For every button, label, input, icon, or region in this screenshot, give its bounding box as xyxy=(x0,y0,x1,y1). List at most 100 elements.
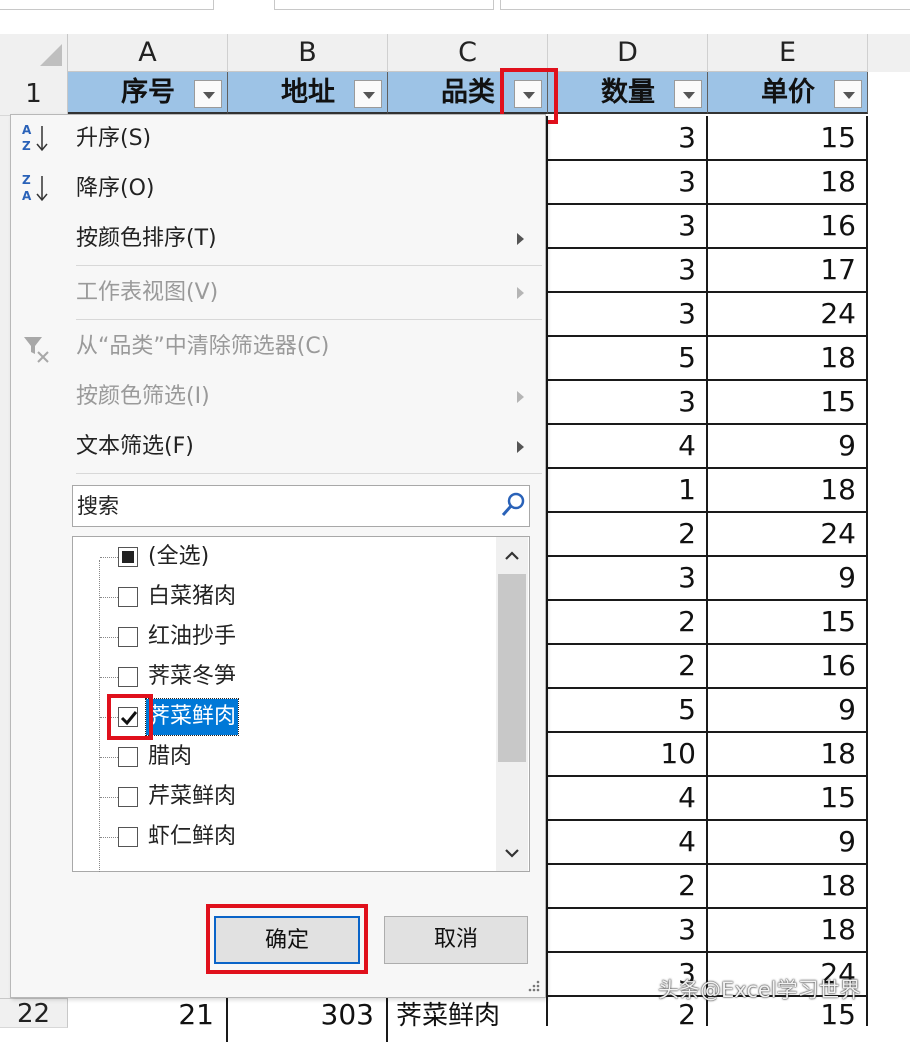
cell-qty[interactable]: 2 xyxy=(548,512,708,556)
cell-qty[interactable]: 3 xyxy=(548,116,708,160)
cell-price[interactable]: 15 xyxy=(708,776,868,820)
search-icon xyxy=(500,490,528,520)
filter-dropdown-a[interactable] xyxy=(194,80,222,108)
menu-sort-by-color[interactable]: 按颜色排序(T) xyxy=(76,219,217,259)
row-number-22[interactable]: 22 xyxy=(0,998,68,1029)
cell-price[interactable]: 18 xyxy=(708,160,868,204)
submenu-arrow-icon xyxy=(517,391,524,403)
menu-separator xyxy=(76,473,542,474)
cell-qty[interactable]: 4 xyxy=(548,776,708,820)
watermark: 头条@Excel学习世界 xyxy=(658,978,861,1002)
cell-price[interactable]: 9 xyxy=(708,556,868,600)
column-header-e[interactable]: E xyxy=(708,34,868,72)
cell-qty[interactable]: 2 xyxy=(548,864,708,908)
cell-c22[interactable]: 荠菜鲜肉 xyxy=(396,998,546,1031)
filter-list-item[interactable]: 腊肉 xyxy=(146,739,194,775)
column-header-f[interactable] xyxy=(868,34,910,72)
tree-connector xyxy=(100,557,118,558)
resize-grip-icon[interactable] xyxy=(524,978,542,994)
filter-list-item[interactable]: 红油抄手 xyxy=(146,619,238,655)
menu-sort-descending[interactable]: 降序(O) xyxy=(76,169,154,209)
list-scrollbar-thumb[interactable] xyxy=(498,574,526,762)
cell-price[interactable]: 16 xyxy=(708,644,868,688)
sort-ascending-icon: A Z xyxy=(22,122,52,154)
column-header-a[interactable]: A xyxy=(68,34,228,72)
cell-price[interactable]: 18 xyxy=(708,468,868,512)
grid-line xyxy=(546,116,548,1026)
menu-separator xyxy=(76,265,542,266)
filter-dropdown-e[interactable] xyxy=(834,80,862,108)
cell-price[interactable]: 16 xyxy=(708,204,868,248)
cell-price[interactable]: 15 xyxy=(708,600,868,644)
scroll-up-icon[interactable] xyxy=(502,546,522,566)
checkbox[interactable] xyxy=(118,827,138,847)
filter-list-item[interactable]: 芹菜鲜肉 xyxy=(146,779,238,815)
cell-price[interactable]: 18 xyxy=(708,336,868,380)
svg-text:Z: Z xyxy=(22,173,31,187)
cell-e22[interactable]: 15 xyxy=(708,998,868,1042)
menu-sheet-view: 工作表视图(V) xyxy=(76,280,219,305)
scroll-down-icon[interactable] xyxy=(502,843,522,863)
cell-qty[interactable]: 3 xyxy=(548,204,708,248)
cell-qty[interactable]: 3 xyxy=(548,160,708,204)
filter-list-item[interactable]: 荠菜冬笋 xyxy=(146,659,238,695)
tree-connector xyxy=(100,757,118,758)
filter-dropdown-b[interactable] xyxy=(354,80,382,108)
cell-a22[interactable]: 21 xyxy=(68,998,228,1042)
tree-connector xyxy=(100,637,118,638)
cell-qty[interactable]: 3 xyxy=(548,292,708,336)
cell-price[interactable]: 18 xyxy=(708,864,868,908)
cell-price[interactable]: 18 xyxy=(708,908,868,952)
checkbox[interactable] xyxy=(118,747,138,767)
cell-qty[interactable]: 4 xyxy=(548,424,708,468)
cell-price[interactable]: 9 xyxy=(708,688,868,732)
cell-price[interactable]: 24 xyxy=(708,292,868,336)
tree-connector xyxy=(100,837,118,838)
cell-qty[interactable]: 5 xyxy=(548,688,708,732)
filter-list-item[interactable]: (全选) xyxy=(146,539,211,575)
cell-qty[interactable]: 2 xyxy=(548,600,708,644)
tree-connector xyxy=(99,560,100,872)
submenu-arrow-icon xyxy=(517,441,524,453)
select-all-triangle-icon xyxy=(40,44,62,66)
checkbox[interactable] xyxy=(118,627,138,647)
cell-b22[interactable]: 303 xyxy=(228,998,388,1042)
cell-qty[interactable]: 10 xyxy=(548,732,708,776)
svg-text:A: A xyxy=(22,123,32,137)
column-header-d[interactable]: D xyxy=(548,34,708,72)
checkbox[interactable] xyxy=(118,787,138,807)
search-input[interactable]: 搜索 xyxy=(72,485,530,527)
cell-qty[interactable]: 2 xyxy=(548,644,708,688)
cell-qty[interactable]: 3 xyxy=(548,556,708,600)
column-header-b[interactable]: B xyxy=(228,34,388,72)
filter-list-item[interactable]: 虾仁鲜肉 xyxy=(146,819,238,855)
checkbox[interactable] xyxy=(118,667,138,687)
cell-qty[interactable]: 3 xyxy=(548,248,708,292)
ok-button-highlight xyxy=(206,904,368,974)
checkbox-partial[interactable] xyxy=(118,547,138,567)
checkbox[interactable] xyxy=(118,587,138,607)
cancel-button[interactable]: 取消 xyxy=(384,916,528,964)
cell-price[interactable]: 24 xyxy=(708,512,868,556)
cell-qty[interactable]: 3 xyxy=(548,380,708,424)
cell-d22[interactable]: 2 xyxy=(548,998,708,1042)
menu-sort-ascending[interactable]: 升序(S) xyxy=(76,119,151,159)
filter-list-item[interactable]: 荠菜鲜肉 xyxy=(144,698,240,736)
cell-price[interactable]: 18 xyxy=(708,732,868,776)
tree-connector xyxy=(100,797,118,798)
menu-separator xyxy=(76,319,542,320)
filter-dropdown-d[interactable] xyxy=(674,80,702,108)
row-number[interactable]: 1 xyxy=(0,72,68,116)
cell-price[interactable]: 17 xyxy=(708,248,868,292)
cell-price[interactable]: 9 xyxy=(708,820,868,864)
cell-qty[interactable]: 5 xyxy=(548,336,708,380)
cell-price[interactable]: 9 xyxy=(708,424,868,468)
cell-price[interactable]: 15 xyxy=(708,116,868,160)
cell-qty[interactable]: 3 xyxy=(548,908,708,952)
filter-list-item[interactable]: 白菜猪肉 xyxy=(146,579,238,615)
column-header-c[interactable]: C xyxy=(388,34,548,72)
cell-price[interactable]: 15 xyxy=(708,380,868,424)
cell-qty[interactable]: 1 xyxy=(548,468,708,512)
menu-text-filter[interactable]: 文本筛选(F) xyxy=(76,427,194,467)
cell-qty[interactable]: 4 xyxy=(548,820,708,864)
